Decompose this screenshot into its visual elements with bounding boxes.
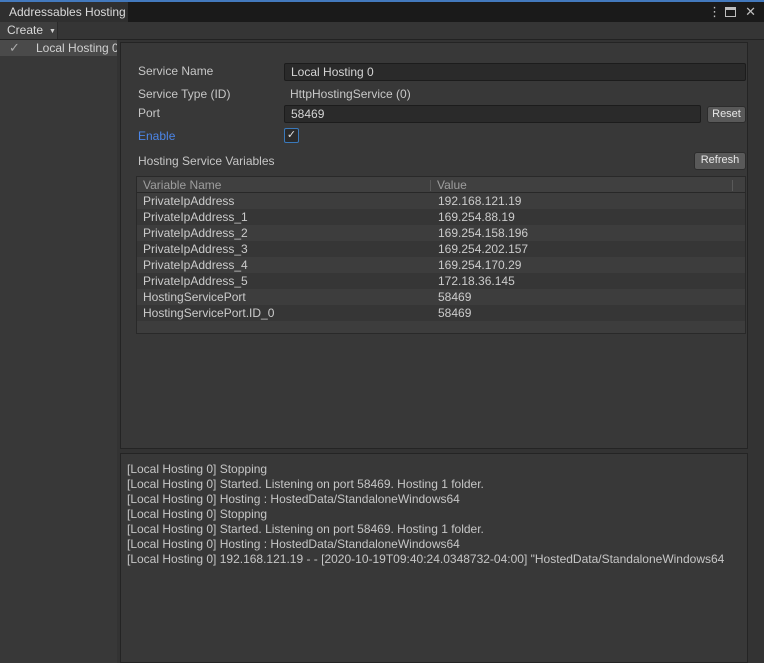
port-input[interactable] [284,105,701,123]
sidebar-item-local-hosting[interactable]: ✓ Local Hosting 0 [0,40,117,56]
create-dropdown-button[interactable]: Create ▼ [0,22,58,39]
log-line: [Local Hosting 0] Started. Listening on … [127,477,747,492]
check-icon: ✓ [9,40,20,56]
table-row[interactable]: PrivateIpAddress_5 172.18.36.145 [137,273,745,289]
log-line: [Local Hosting 0] Started. Listening on … [127,522,747,537]
table-row[interactable]: PrivateIpAddress 192.168.121.19 [137,193,745,209]
variable-value-cell: 169.254.170.29 [431,257,745,273]
maximize-icon[interactable] [725,7,736,17]
log-line: [Local Hosting 0] Stopping [127,507,747,522]
hosting-log-panel: [Local Hosting 0] Stopping [Local Hostin… [120,453,748,663]
enable-label: Enable [138,129,175,143]
variable-value-cell: 58469 [431,305,745,321]
log-lines: [Local Hosting 0] Stopping [Local Hostin… [121,454,747,567]
close-icon[interactable]: ✕ [745,4,756,20]
variable-name-cell: PrivateIpAddress_1 [137,209,431,225]
services-sidebar: ✓ Local Hosting 0 [0,40,117,663]
tab-title: Addressables Hosting [9,5,126,19]
service-inspector-panel: Service Name Service Type (ID) HttpHosti… [120,42,748,449]
table-row[interactable]: PrivateIpAddress_2 169.254.158.196 [137,225,745,241]
variable-name-cell: HostingServicePort [137,289,431,305]
enable-checkbox[interactable]: ✓ [284,128,299,143]
column-header-value[interactable]: Value [431,177,732,192]
table-row[interactable]: PrivateIpAddress_3 169.254.202.157 [137,241,745,257]
log-line: [Local Hosting 0] Hosting : HostedData/S… [127,537,747,552]
variables-table-body: PrivateIpAddress 192.168.121.19 PrivateI… [137,193,745,321]
service-type-value: HttpHostingService (0) [290,87,411,101]
tab-addressables-hosting[interactable]: Addressables Hosting [0,2,128,22]
table-row[interactable]: HostingServicePort 58469 [137,289,745,305]
variable-name-cell: PrivateIpAddress_3 [137,241,431,257]
variables-table: Variable Name Value PrivateIpAddress 192… [136,176,746,334]
variable-value-cell: 169.254.202.157 [431,241,745,257]
variable-value-cell: 172.18.36.145 [431,273,745,289]
kebab-menu-icon[interactable]: ⋮ [708,4,716,20]
toolbar: Create ▼ [0,22,764,40]
service-type-label: Service Type (ID) [138,87,230,101]
variables-table-header: Variable Name Value [137,177,745,193]
service-name-input[interactable] [284,63,746,81]
tab-strip: Addressables Hosting ⋮ ✕ [0,2,764,22]
variable-name-cell: HostingServicePort.ID_0 [137,305,431,321]
variable-value-cell: 58469 [431,289,745,305]
variable-value-cell: 169.254.88.19 [431,209,745,225]
chevron-down-icon: ▼ [49,28,56,35]
create-label: Create [7,23,43,37]
port-label: Port [138,106,160,120]
table-row[interactable]: PrivateIpAddress_4 169.254.170.29 [137,257,745,273]
sidebar-item-label: Local Hosting 0 [36,40,117,56]
variable-value-cell: 169.254.158.196 [431,225,745,241]
main-area: Service Name Service Type (ID) HttpHosti… [117,40,764,663]
reset-button[interactable]: Reset [707,106,746,123]
variables-title: Hosting Service Variables [138,154,275,168]
column-header-stub [733,177,745,192]
variable-name-cell: PrivateIpAddress_2 [137,225,431,241]
service-name-label: Service Name [138,64,213,78]
variable-name-cell: PrivateIpAddress_4 [137,257,431,273]
log-line: [Local Hosting 0] Hosting : HostedData/S… [127,492,747,507]
refresh-button[interactable]: Refresh [694,152,746,170]
table-row[interactable]: PrivateIpAddress_1 169.254.88.19 [137,209,745,225]
column-header-variable-name[interactable]: Variable Name [137,177,430,192]
variable-value-cell: 192.168.121.19 [431,193,745,209]
window-controls: ⋮ ✕ [708,2,756,22]
log-line: [Local Hosting 0] 192.168.121.19 - - [20… [127,552,747,567]
log-line: [Local Hosting 0] Stopping [127,462,747,477]
table-row[interactable]: HostingServicePort.ID_0 58469 [137,305,745,321]
variable-name-cell: PrivateIpAddress_5 [137,273,431,289]
variable-name-cell: PrivateIpAddress [137,193,431,209]
